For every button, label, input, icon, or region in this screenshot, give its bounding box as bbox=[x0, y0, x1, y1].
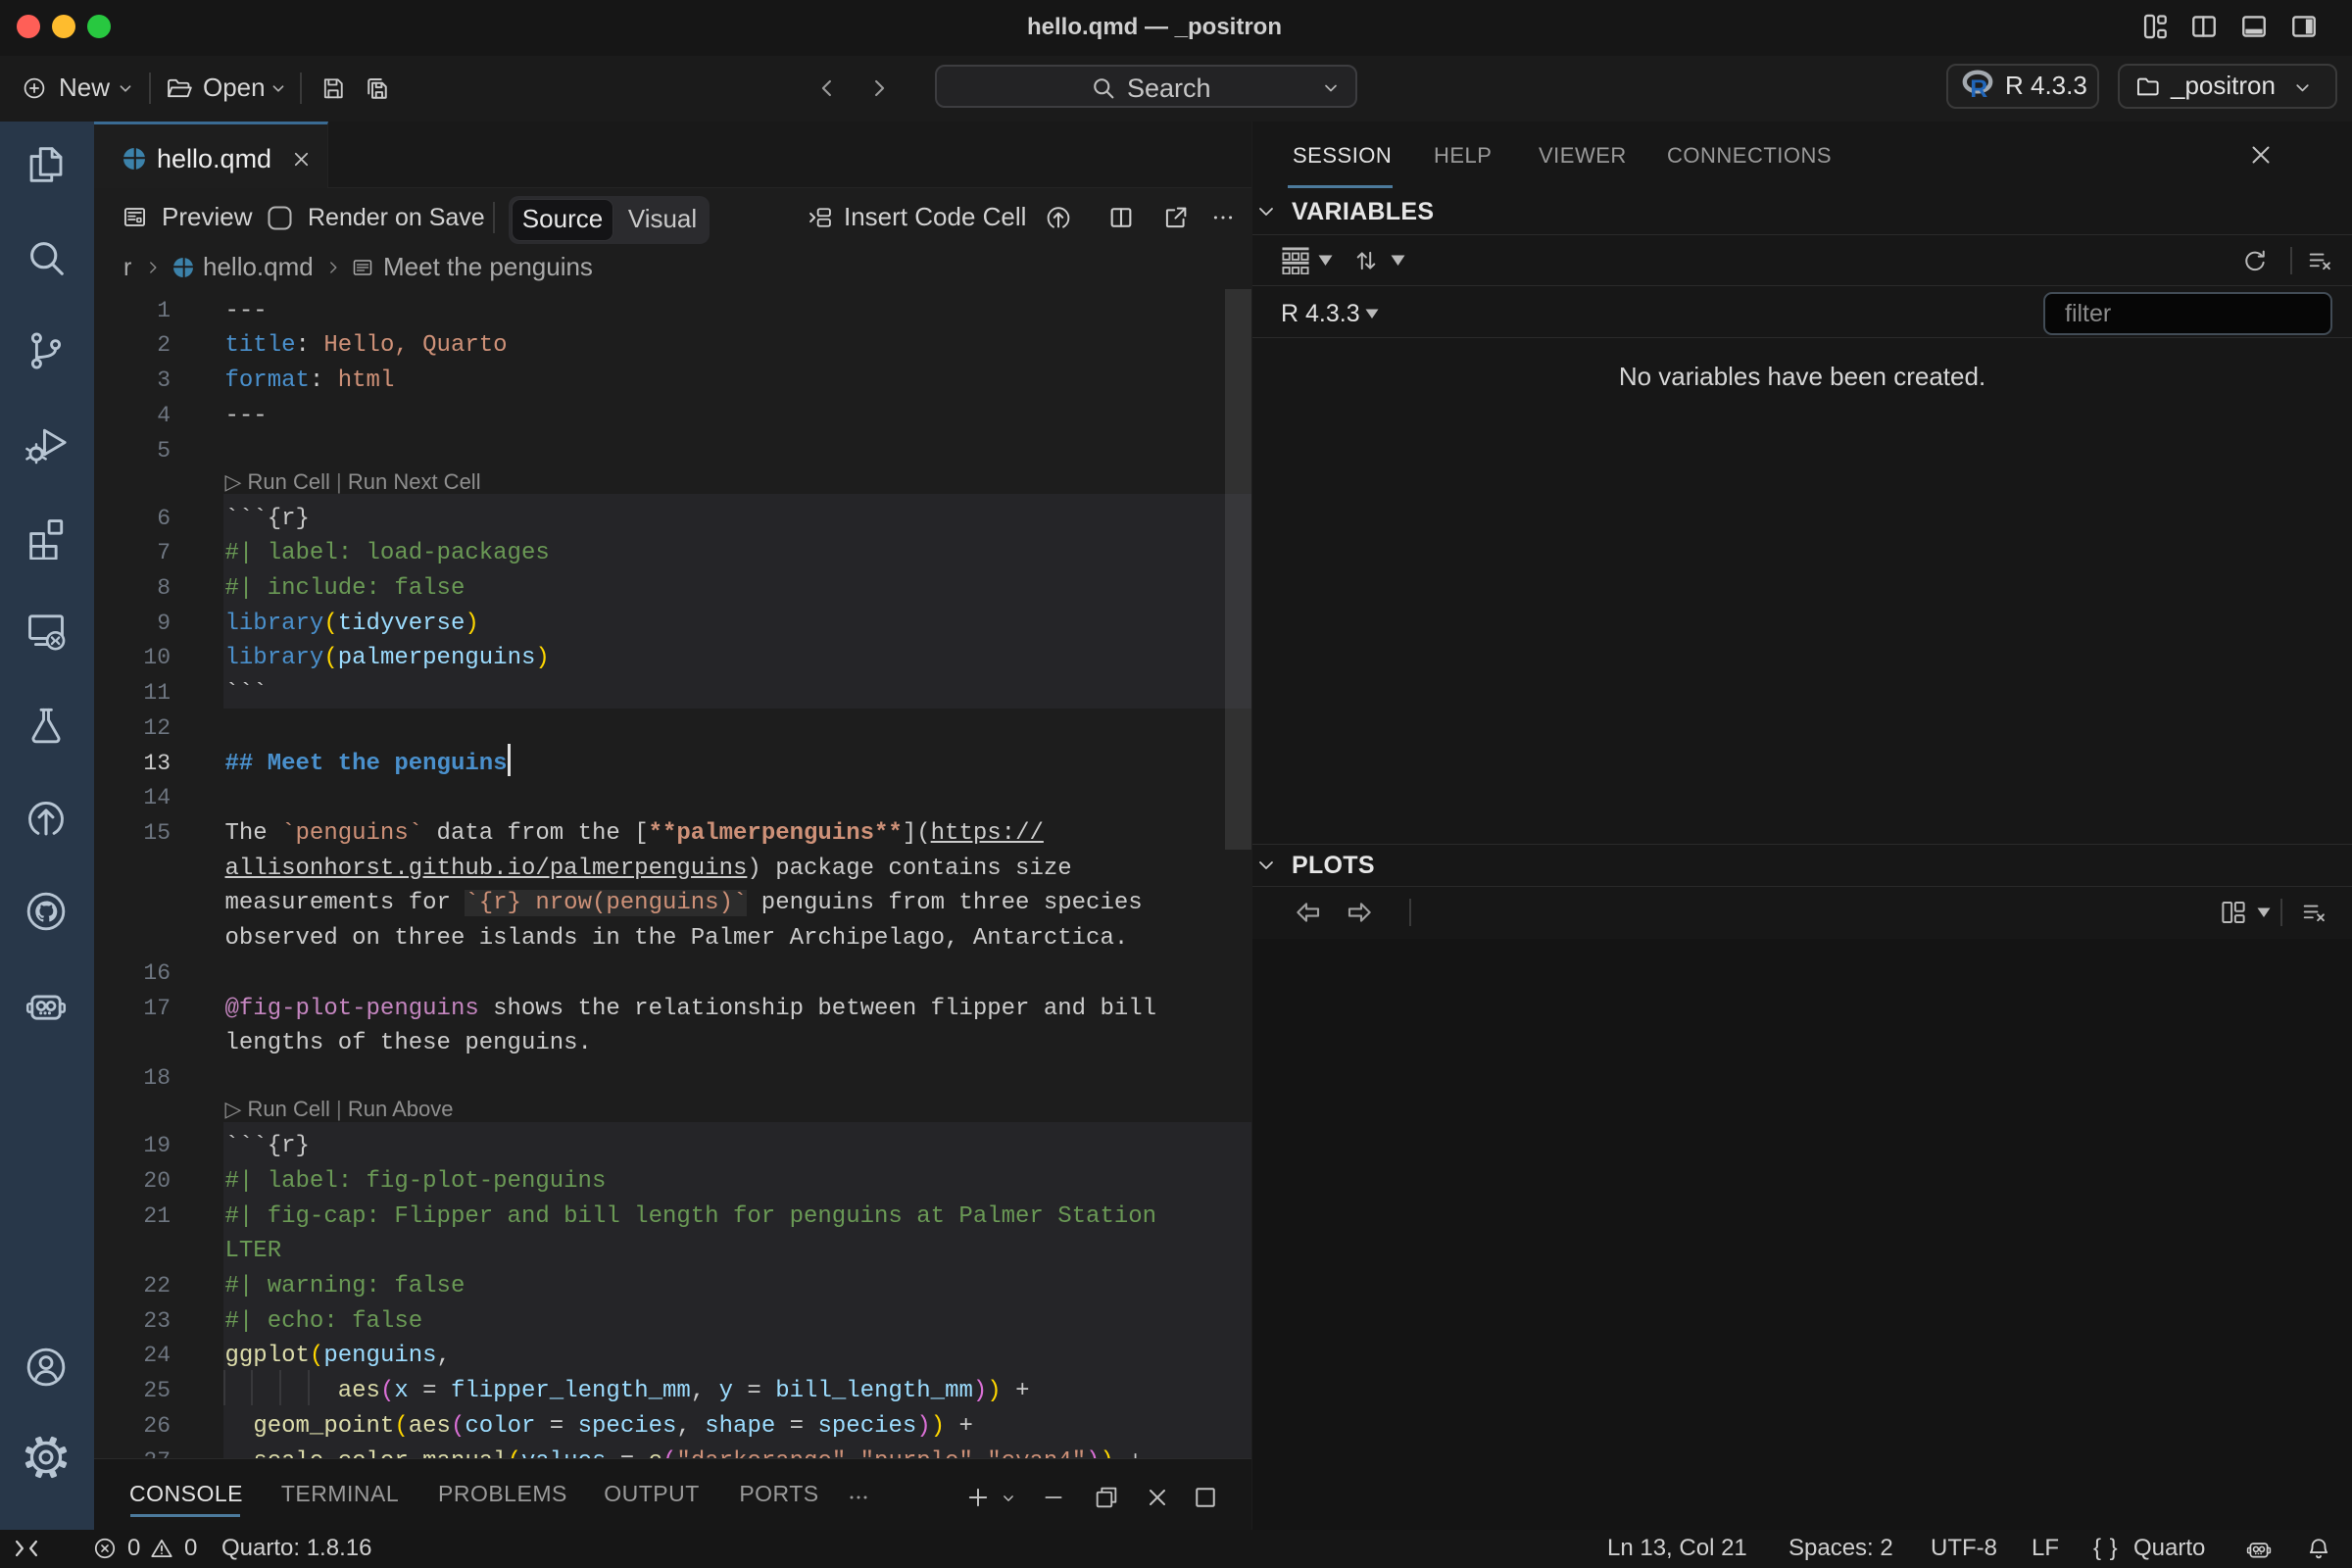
svg-text:R: R bbox=[1970, 75, 1987, 101]
